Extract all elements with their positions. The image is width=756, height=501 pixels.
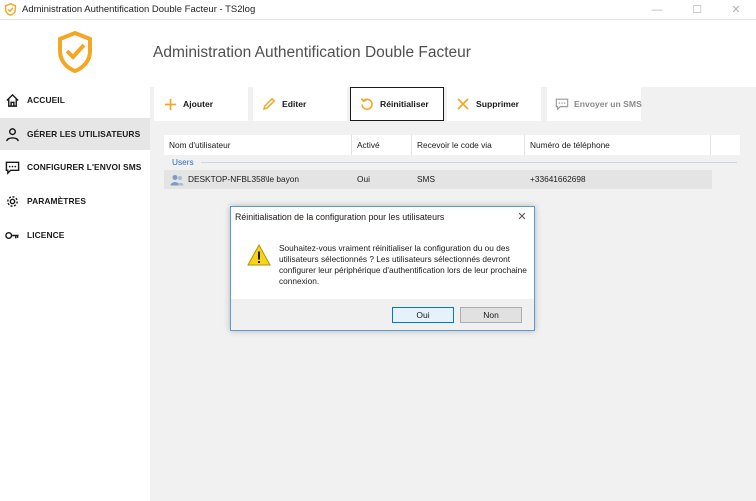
minimize-button[interactable]: —	[637, 0, 677, 20]
user-icon	[4, 126, 20, 142]
dialog-message: Souhaitez-vous vraiment réinitialiser la…	[279, 243, 527, 286]
header-area: Administration Authentification Double F…	[150, 21, 756, 87]
sidebar-item-label: PARAMÈTRES	[27, 196, 87, 206]
send-sms-button-label: Envoyer un SMS	[574, 99, 642, 109]
sidebar-item-label: GÉRER LES UTILISATEURS	[27, 129, 141, 139]
users-table: Nom d'utilisateur Activé Recevoir le cod…	[164, 135, 740, 191]
sidebar-item-parametres[interactable]: PARAMÈTRES	[0, 185, 150, 217]
column-header-phone[interactable]: Numéro de téléphone	[525, 135, 711, 155]
column-header-empty	[711, 135, 740, 155]
column-header-active[interactable]: Activé	[352, 135, 412, 155]
home-icon	[4, 92, 20, 108]
warning-icon	[247, 244, 271, 266]
gear-icon	[4, 193, 20, 209]
edit-button-label: Editer	[282, 99, 307, 109]
message-icon	[555, 96, 569, 112]
no-button[interactable]: Non	[460, 307, 522, 323]
sidebar-item-licence[interactable]: LICENCE	[0, 219, 150, 251]
pencil-icon	[261, 96, 277, 112]
refresh-icon	[359, 96, 375, 112]
x-icon	[455, 96, 471, 112]
sidebar-item-label: CONFIGURER L'ENVOI SMS	[27, 162, 142, 172]
reset-button-label: Réinitialiser	[380, 99, 429, 109]
message-icon	[4, 159, 20, 175]
key-icon	[4, 227, 20, 243]
edit-button[interactable]: Editer	[253, 87, 347, 121]
close-window-button[interactable]: ✕	[716, 0, 756, 20]
delete-button[interactable]: Supprimer	[447, 87, 541, 121]
cell-username: DESKTOP-NFBL358\le bayon	[170, 170, 299, 189]
group-divider	[201, 162, 737, 163]
yes-button[interactable]: Oui	[392, 307, 454, 323]
username-text: DESKTOP-NFBL358\le bayon	[188, 174, 299, 184]
delete-button-label: Supprimer	[476, 99, 519, 109]
dialog-close-button[interactable]: ✕	[514, 210, 530, 224]
plus-icon	[162, 96, 178, 112]
sidebar-item-label: LICENCE	[27, 230, 65, 240]
sidebar: ACCUEIL GÉRER LES UTILISATEURS CONFIGURE…	[0, 21, 150, 501]
table-row[interactable]: DESKTOP-NFBL358\le bayon Oui SMS +336416…	[164, 170, 712, 189]
cell-via: SMS	[417, 174, 435, 184]
sidebar-item-configurer-sms[interactable]: CONFIGURER L'ENVOI SMS	[0, 151, 150, 183]
column-header-username[interactable]: Nom d'utilisateur	[164, 135, 352, 155]
group-label[interactable]: Users	[172, 157, 194, 167]
cell-active: Oui	[357, 174, 370, 184]
sidebar-item-accueil[interactable]: ACCUEIL	[0, 84, 150, 116]
shield-check-icon	[58, 31, 92, 73]
add-button[interactable]: Ajouter	[154, 87, 248, 121]
add-button-label: Ajouter	[183, 99, 214, 109]
window-title: Administration Authentification Double F…	[22, 4, 256, 15]
dialog-footer: Oui Non	[231, 299, 534, 330]
app-shield-icon	[4, 3, 17, 16]
reset-button[interactable]: Réinitialiser	[350, 87, 444, 121]
sidebar-item-label: ACCUEIL	[27, 95, 65, 105]
send-sms-button[interactable]: Envoyer un SMS	[547, 87, 642, 121]
cell-phone: +33641662698	[530, 174, 586, 184]
users-icon	[170, 174, 184, 185]
dialog-title: Réinitialisation de la configuration pou…	[235, 212, 445, 222]
reset-confirmation-dialog: Réinitialisation de la configuration pou…	[230, 206, 535, 331]
table-header: Nom d'utilisateur Activé Recevoir le cod…	[164, 135, 740, 155]
title-bar: Administration Authentification Double F…	[0, 0, 756, 20]
column-header-via[interactable]: Recevoir le code via	[412, 135, 525, 155]
maximize-button[interactable]: ☐	[677, 0, 717, 20]
page-title: Administration Authentification Double F…	[153, 44, 471, 61]
sidebar-item-gerer-utilisateurs[interactable]: GÉRER LES UTILISATEURS	[0, 118, 150, 150]
